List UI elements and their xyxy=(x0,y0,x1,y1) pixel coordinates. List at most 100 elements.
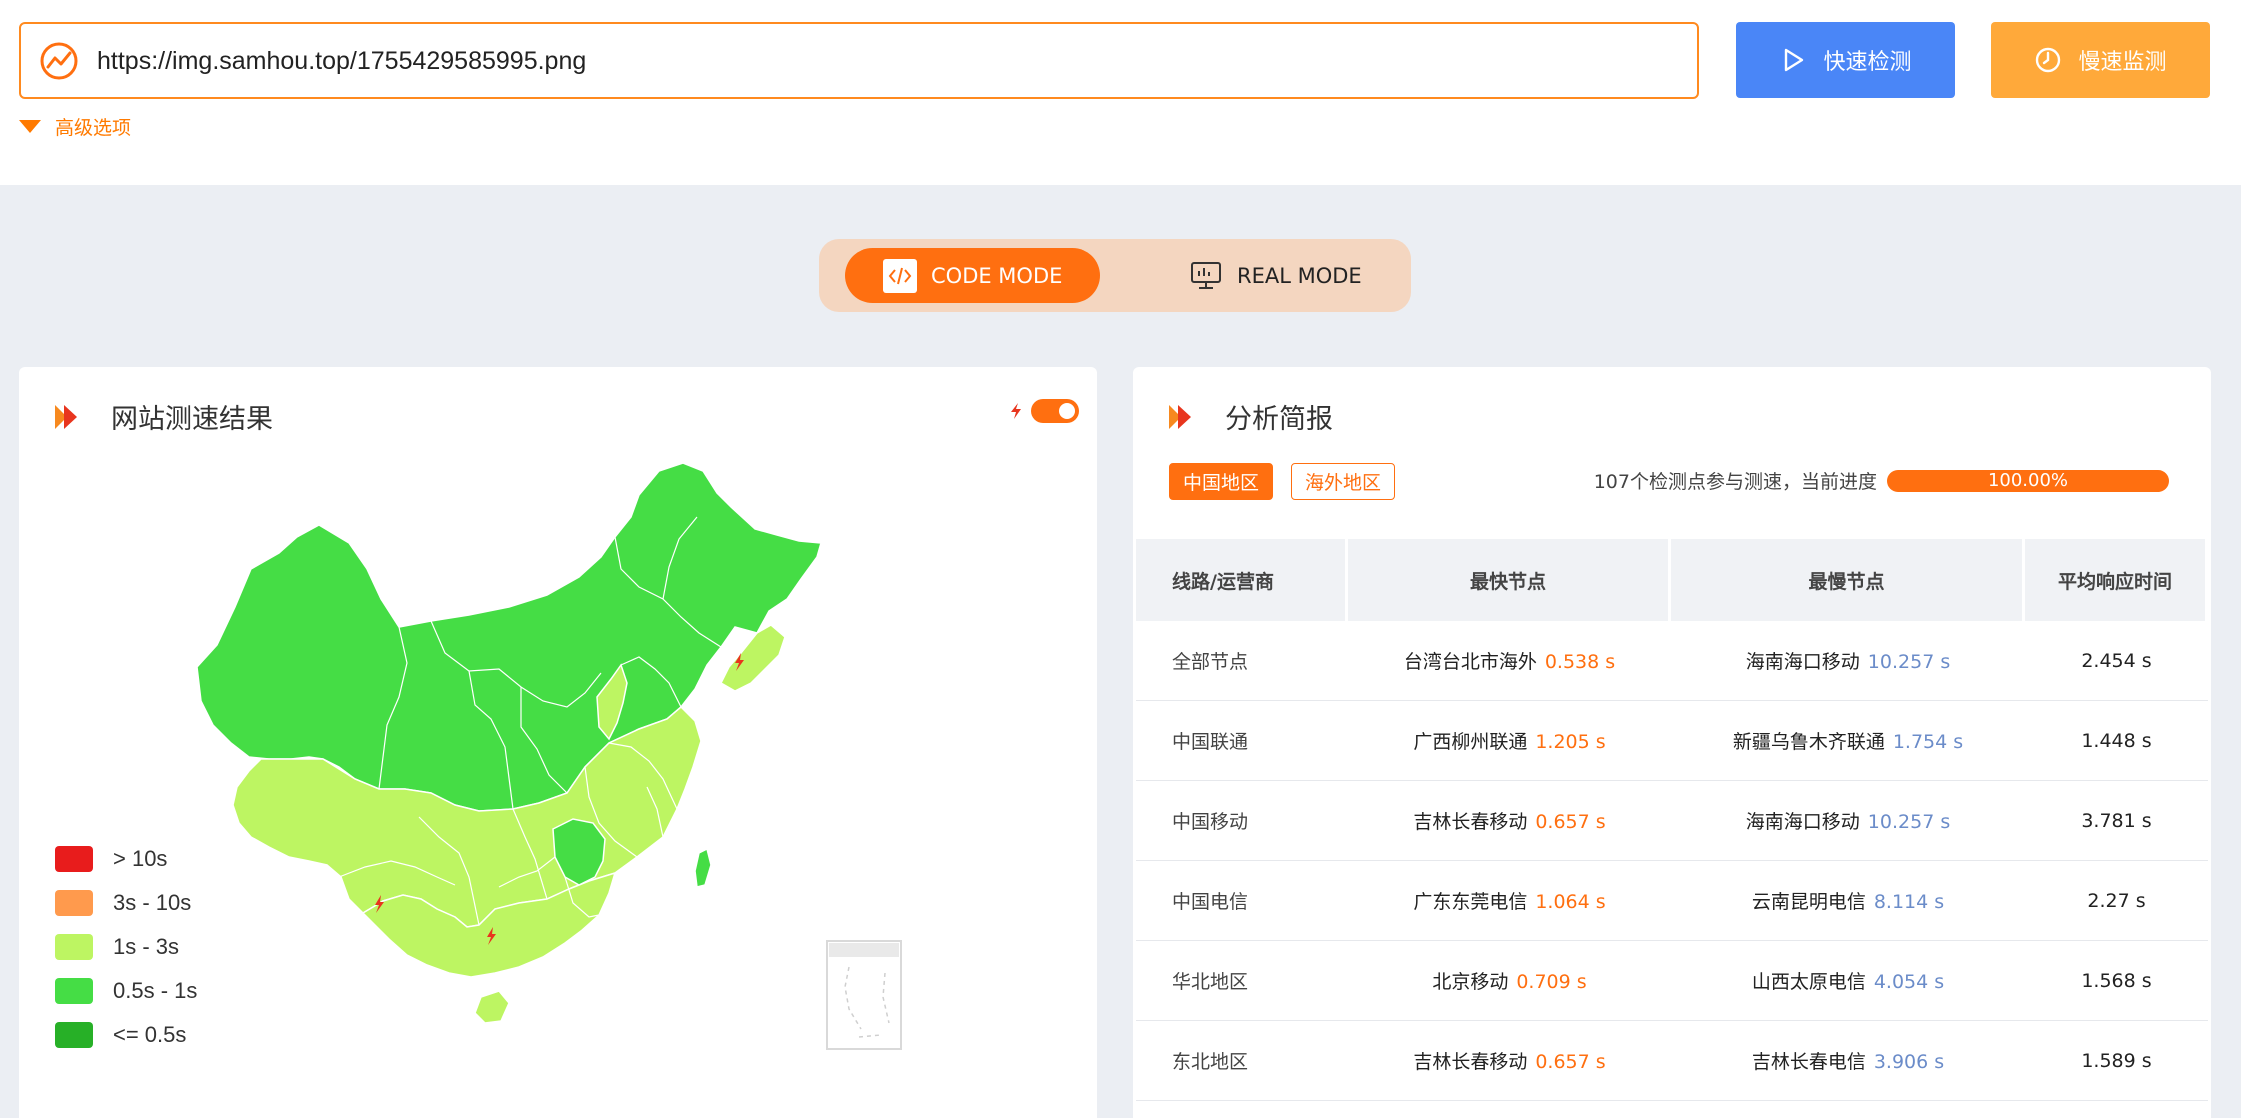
fast-check-button[interactable]: 快速检测 xyxy=(1736,22,1955,98)
slow-time: 4.054 s xyxy=(1873,971,1945,993)
panel-header: 分析简报 xyxy=(1167,397,1333,436)
legend-item: <= 0.5s xyxy=(55,1013,197,1057)
slow-node: 新疆乌鲁木齐联通 xyxy=(1732,731,1885,753)
slow-time: 1.754 s xyxy=(1892,731,1964,753)
legend-item: > 10s xyxy=(55,837,197,881)
live-toggle-wrap xyxy=(1009,399,1079,423)
progress-row: 107个检测点参与测速，当前进度 100.00% xyxy=(1594,467,2169,494)
avg-cell: 2.27 s xyxy=(2025,861,2208,941)
slow-time: 10.257 s xyxy=(1867,651,1951,673)
code-mode-label: CODE MODE xyxy=(931,263,1063,288)
fast-node: 台湾台北市海外 xyxy=(1403,651,1537,673)
tab-china-region[interactable]: 中国地区 xyxy=(1169,463,1274,500)
real-mode-label: REAL MODE xyxy=(1237,263,1362,288)
legend-label: <= 0.5s xyxy=(113,1022,187,1047)
analysis-title: 分析简报 xyxy=(1225,404,1333,435)
slow-cell: 吉林长春电信 3.906 s xyxy=(1671,1021,2025,1101)
slow-cell: 海南海口移动 10.257 s xyxy=(1671,781,2025,861)
tab-overseas-region[interactable]: 海外地区 xyxy=(1291,463,1396,500)
progress-bar: 100.00% xyxy=(1887,469,2169,492)
mode-switch: CODE MODE REAL MODE xyxy=(819,239,1411,312)
slow-node: 云南昆明电信 xyxy=(1751,891,1866,913)
fast-node: 吉林长春移动 xyxy=(1413,811,1528,833)
map-region-taiwan xyxy=(694,847,712,888)
avg-cell: 1.589 s xyxy=(2025,1021,2208,1101)
slow-monitor-label: 慢速监测 xyxy=(2078,50,2167,75)
legend-label: > 10s xyxy=(113,846,168,871)
fast-time: 1.205 s xyxy=(1535,731,1606,753)
fast-cell: 台湾台北市海外 0.538 s xyxy=(1348,621,1671,701)
row-name: 华北地区 xyxy=(1136,941,1348,1021)
fast-node: 北京移动 xyxy=(1432,971,1509,993)
slow-cell: 山西太原电信 4.054 s xyxy=(1671,941,2025,1021)
live-toggle[interactable] xyxy=(1031,399,1079,423)
legend-label: 3s - 10s xyxy=(113,890,192,915)
legend-item: 3s - 10s xyxy=(55,881,197,925)
url-input-box[interactable] xyxy=(19,22,1699,99)
advanced-options-label: 高级选项 xyxy=(55,117,132,139)
slow-monitor-button[interactable]: 慢速监测 xyxy=(1991,22,2210,98)
map-region-hainan xyxy=(474,990,510,1024)
fast-cell: 广东东莞电信 1.064 s xyxy=(1348,861,1671,941)
table-row: 东北地区 吉林长春移动 0.657 s 吉林长春电信 3.906 s 1.589 s xyxy=(1136,1021,2208,1101)
code-mode-button[interactable]: CODE MODE xyxy=(845,248,1100,303)
row-name: 全部节点 xyxy=(1136,621,1348,701)
col-header-slowest: 最慢节点 xyxy=(1671,539,2025,621)
legend-swatch xyxy=(55,978,93,1004)
url-input[interactable] xyxy=(97,34,1677,88)
table-row: 中国联通 广西柳州联通 1.205 s 新疆乌鲁木齐联通 1.754 s 1.448… xyxy=(1136,701,2208,781)
slow-time: 10.257 s xyxy=(1867,811,1951,833)
fast-time: 0.538 s xyxy=(1544,651,1616,673)
fast-time: 0.657 s xyxy=(1535,811,1606,833)
slow-cell: 云南昆明电信 8.114 s xyxy=(1671,861,2025,941)
slow-node: 海南海口移动 xyxy=(1745,651,1860,673)
progress-text: 107个检测点参与测速，当前进度 xyxy=(1593,471,1877,493)
fast-cell: 北京移动 0.709 s xyxy=(1348,941,1671,1021)
fast-node: 广东东莞电信 xyxy=(1413,891,1528,913)
monitor-icon xyxy=(1189,259,1223,293)
table-row: 华北地区 北京移动 0.709 s 山西太原电信 4.054 s 1.568 s xyxy=(1136,941,2208,1021)
legend-label: 0.5s - 1s xyxy=(113,978,198,1003)
col-header-fastest: 最快节点 xyxy=(1348,539,1671,621)
avg-cell: 2.454 s xyxy=(2025,621,2208,701)
table-row: 中国移动 吉林长春移动 0.657 s 海南海口移动 10.257 s 3.781 … xyxy=(1136,781,2208,861)
row-name: 东北地区 xyxy=(1136,1021,1348,1101)
slow-node: 山西太原电信 xyxy=(1751,971,1866,993)
table-header-row: 线路/运营商 最快节点 最慢节点 平均响应时间 xyxy=(1136,539,2208,621)
slow-cell: 海南海口移动 10.257 s xyxy=(1671,621,2025,701)
legend-swatch xyxy=(55,934,93,960)
map-legend: > 10s 3s - 10s 1s - 3s 0.5s - 1s <= 0.5s xyxy=(55,837,197,1057)
fast-check-label: 快速检测 xyxy=(1823,50,1912,75)
speed-result-panel: 网站测速结果 > 10s 3s - 10s 1s - 3s 0.5s - 1s … xyxy=(19,367,1097,1118)
legend-swatch xyxy=(55,890,93,916)
legend-item: 1s - 3s xyxy=(55,925,197,969)
toggle-knob xyxy=(1059,403,1075,419)
fast-time: 1.064 s xyxy=(1535,891,1606,913)
region-tabs: 中国地区 海外地区 xyxy=(1169,463,1396,500)
advanced-options-toggle[interactable]: 高级选项 xyxy=(19,113,131,140)
speed-chart-icon xyxy=(40,42,78,80)
table-row: 全部节点 台湾台北市海外 0.538 s 海南海口移动 10.257 s 2.454… xyxy=(1136,621,2208,701)
fast-cell: 广西柳州联通 1.205 s xyxy=(1348,701,1671,781)
progress-value: 100.00% xyxy=(1987,470,2069,491)
speed-result-title: 网站测速结果 xyxy=(111,404,273,435)
row-name: 中国联通 xyxy=(1136,701,1348,781)
analysis-panel: 分析简报 中国地区 海外地区 107个检测点参与测速，当前进度 100.00% … xyxy=(1133,367,2211,1118)
legend-item: 0.5s - 1s xyxy=(55,969,197,1013)
panel-header: 网站测速结果 xyxy=(53,397,273,436)
map-region-north-light xyxy=(720,624,786,692)
col-header-line: 线路/运营商 xyxy=(1136,539,1348,621)
lightning-icon xyxy=(1011,403,1021,419)
south-china-sea-inset xyxy=(826,940,902,1050)
fast-time: 0.657 s xyxy=(1535,1051,1606,1073)
double-chevron-icon xyxy=(1169,404,1191,429)
clock-icon xyxy=(2036,47,2061,73)
table-row: 中国电信 广东东莞电信 1.064 s 云南昆明电信 8.114 s 2.27 s xyxy=(1136,861,2208,941)
legend-swatch xyxy=(55,846,93,872)
avg-cell: 3.781 s xyxy=(2025,781,2208,861)
slow-time: 8.114 s xyxy=(1873,891,1945,913)
avg-cell: 1.568 s xyxy=(2025,941,2208,1021)
fast-cell: 吉林长春移动 0.657 s xyxy=(1348,781,1671,861)
real-mode-button[interactable]: REAL MODE xyxy=(1171,248,1371,303)
slow-time: 3.906 s xyxy=(1873,1051,1945,1073)
